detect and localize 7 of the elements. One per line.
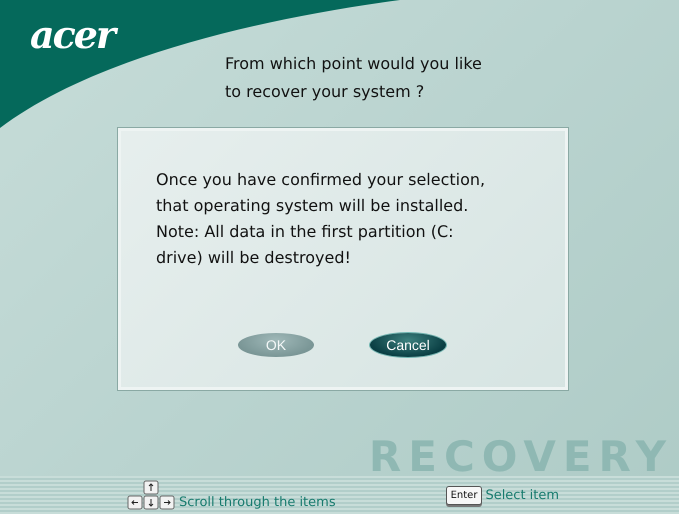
arrow-keys-icon (126, 480, 176, 510)
cancel-button[interactable]: Cancel (370, 333, 446, 357)
hint-text: Select item (485, 488, 560, 502)
question-title: From which point would you like to recover your system ? (224, 53, 482, 103)
enter-key: Enter (446, 486, 482, 504)
dialog-message: Once you have confirmed your selection, that operating system will be installed. Note: All data in the first partition (C: drive) will be destroyed! (156, 169, 486, 269)
hint-text: Scroll through the items (179, 495, 336, 510)
